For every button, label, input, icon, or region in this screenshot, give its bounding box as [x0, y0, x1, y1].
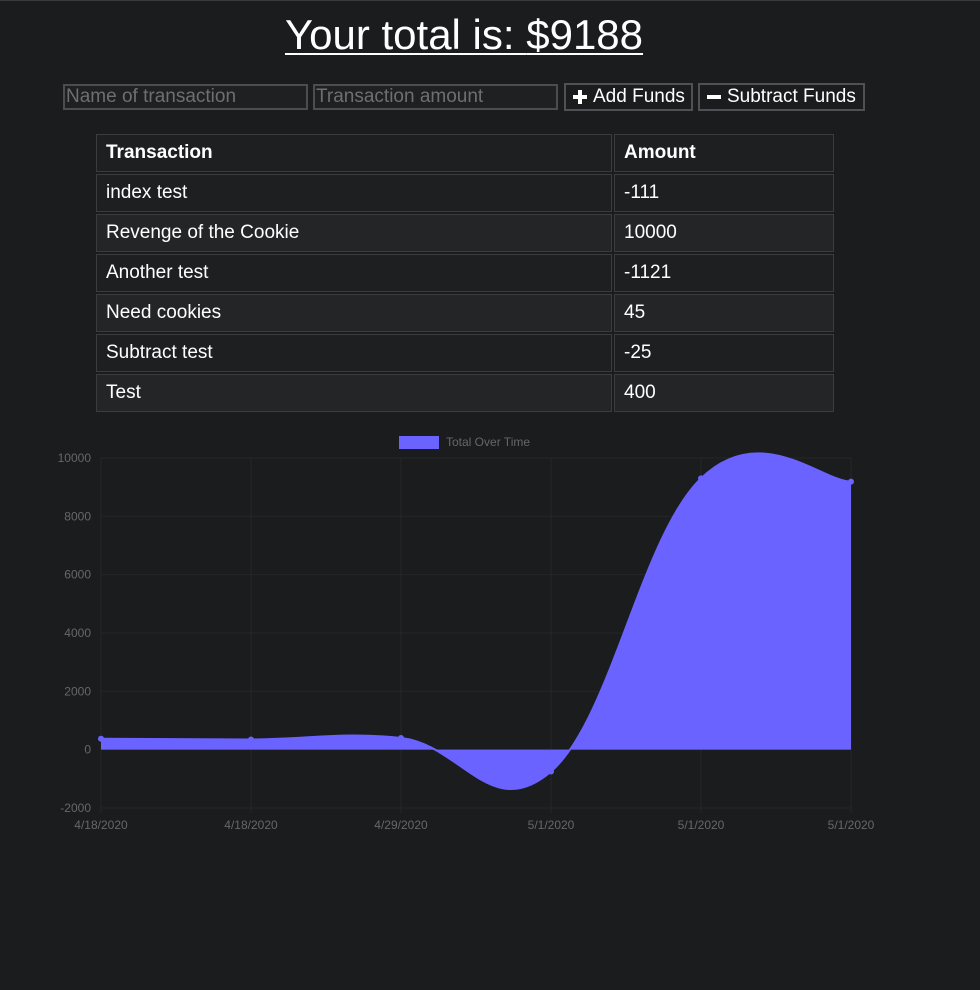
transaction-name: Another test — [96, 254, 612, 292]
y-tick-label: 4000 — [64, 626, 91, 640]
total-value: $9188 — [526, 11, 644, 58]
transaction-amount: 10000 — [614, 214, 834, 252]
table-row: Subtract test -25 — [96, 334, 834, 372]
transaction-name: Need cookies — [96, 294, 612, 332]
legend-swatch — [399, 436, 439, 449]
table-row: Another test -1121 — [96, 254, 834, 292]
transaction-name: index test — [96, 174, 612, 212]
total-label: Your total is: — [284, 11, 527, 58]
transaction-amount-input[interactable] — [313, 84, 558, 110]
data-point — [398, 735, 404, 741]
transaction-amount: -25 — [614, 334, 834, 372]
x-tick-label: 5/1/2020 — [828, 818, 875, 832]
y-tick-label: 8000 — [64, 509, 91, 523]
total-over-time-chart: -20000200040006000800010000 4/18/2020 4/1… — [58, 435, 875, 832]
header-transaction: Transaction — [96, 134, 612, 172]
y-tick-label: 2000 — [64, 684, 91, 698]
x-tick-label: 5/1/2020 — [528, 818, 575, 832]
plus-icon — [573, 90, 587, 104]
y-tick-label: 0 — [84, 743, 91, 757]
table-row: Revenge of the Cookie 10000 — [96, 214, 834, 252]
x-tick-label: 5/1/2020 — [678, 818, 725, 832]
chart-legend: Total Over Time — [399, 435, 530, 449]
transaction-amount: -111 — [614, 174, 834, 212]
transaction-amount: 400 — [614, 374, 834, 412]
subtract-funds-label: Subtract Funds — [727, 86, 856, 107]
table-row: index test -111 — [96, 174, 834, 212]
table-row: Test 400 — [96, 374, 834, 412]
x-tick-label: 4/18/2020 — [74, 818, 128, 832]
legend-label: Total Over Time — [446, 435, 530, 449]
minus-icon — [707, 95, 721, 99]
header-amount: Amount — [614, 134, 834, 172]
transaction-name: Subtract test — [96, 334, 612, 372]
data-point — [848, 478, 854, 485]
page-title: Your total is: $9188 — [0, 12, 928, 58]
table-header-row: Transaction Amount — [96, 134, 834, 172]
data-point — [248, 736, 254, 743]
add-funds-label: Add Funds — [593, 86, 685, 107]
transactions-table: Transaction Amount index test -111 Reven… — [94, 132, 836, 414]
subtract-funds-button[interactable]: Subtract Funds — [698, 83, 865, 111]
top-border — [0, 0, 980, 1]
x-tick-label: 4/29/2020 — [374, 818, 428, 832]
y-tick-label: 6000 — [64, 568, 91, 582]
y-tick-label: -2000 — [60, 801, 91, 815]
data-point — [698, 475, 704, 482]
x-axis-ticks: 4/18/2020 4/18/2020 4/29/2020 5/1/2020 5/1/2… — [74, 818, 874, 832]
add-funds-button[interactable]: Add Funds — [564, 83, 693, 111]
x-tick-label: 4/18/2020 — [224, 818, 278, 832]
data-point — [548, 768, 554, 775]
transaction-amount: 45 — [614, 294, 834, 332]
data-point — [98, 735, 104, 742]
transaction-name: Test — [96, 374, 612, 412]
transaction-name: Revenge of the Cookie — [96, 214, 612, 252]
y-axis-ticks: -2000 0 2000 4000 6000 8000 10000 — [58, 451, 92, 815]
y-tick-label: 10000 — [58, 451, 92, 465]
transaction-name-input[interactable] — [63, 84, 308, 110]
transaction-amount: -1121 — [614, 254, 834, 292]
table-row: Need cookies 45 — [96, 294, 834, 332]
